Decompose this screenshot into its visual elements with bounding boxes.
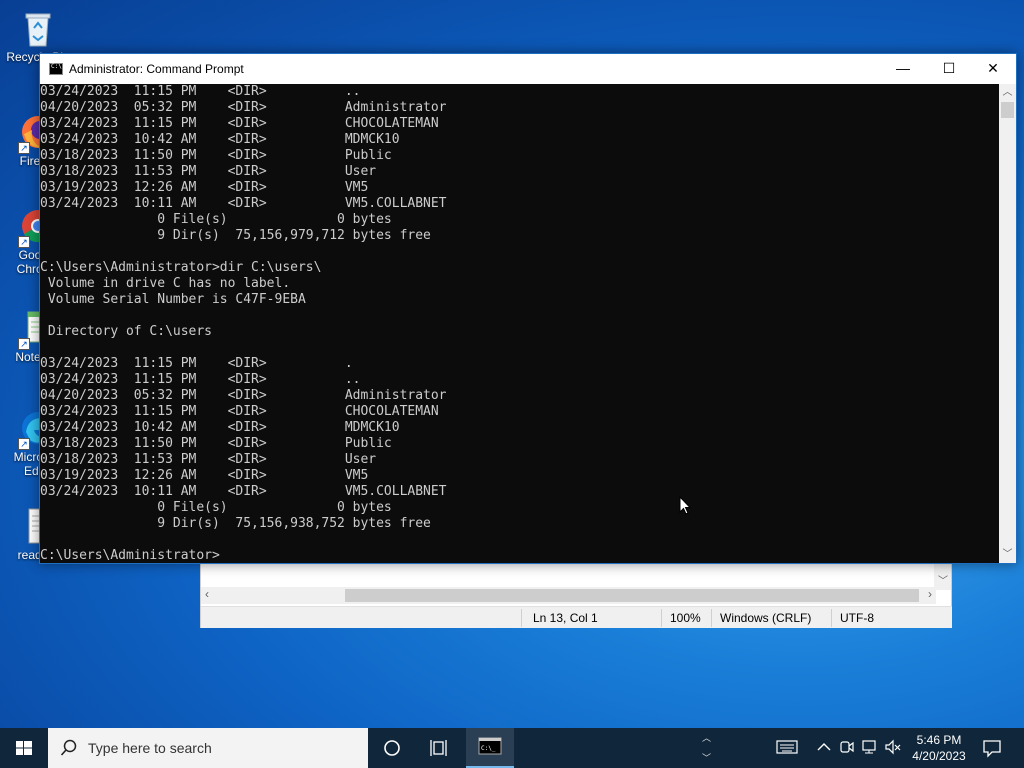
horizontal-scrollbar[interactable]: ‹ › [201,587,936,604]
chevron-up-icon[interactable] [815,738,833,756]
mouse-pointer-icon [679,496,691,515]
console-line: 03/24/2023 11:15 PM <DIR> .. [40,372,361,387]
shortcut-arrow-icon: ↗ [18,142,30,154]
status-divider [521,609,522,627]
console-line: 03/18/2023 11:50 PM <DIR> Public [40,436,392,451]
meet-now-icon[interactable] [838,738,856,756]
console-line: 9 Dir(s) 75,156,938,752 bytes free [40,516,431,531]
status-encoding: UTF-8 [840,611,874,625]
notification-icon[interactable] [980,736,1004,760]
status-divider [661,609,662,627]
cmd-icon [49,63,63,75]
console-line: 9 Dir(s) 75,156,979,712 bytes free [40,228,431,243]
console-line: 03/24/2023 10:11 AM <DIR> VM5.COLLABNET [40,196,447,211]
console-line: Volume in drive C has no label. [40,276,291,291]
clock-date: 4/20/2023 [912,749,966,763]
chevron-down-icon[interactable]: ﹀ [938,572,948,587]
console-line: 03/24/2023 11:15 PM <DIR> . [40,356,353,371]
close-button[interactable]: ✕ [970,54,1016,84]
console-line: Volume Serial Number is C47F-9EBA [40,292,306,307]
console-line: C:\Users\Administrator> [40,548,220,563]
chevron-up-icon[interactable]: ︿ [702,731,711,744]
task-view-icon [430,740,447,756]
scroll-thumb[interactable] [345,589,919,602]
network-icon[interactable] [861,738,879,756]
console-line: 0 File(s) 0 bytes [40,500,392,515]
shortcut-arrow-icon: ↗ [18,438,30,450]
maximize-button[interactable]: ☐ [926,54,972,84]
minimize-button[interactable]: — [880,54,926,84]
notepad-window[interactable]: ﹀ ‹ › Ln 13, Col 1 100% Windows (CRLF) U… [200,560,952,628]
console-line: 03/24/2023 10:42 AM <DIR> MDMCK10 [40,132,400,147]
console-line: 03/24/2023 10:11 AM <DIR> VM5.COLLABNET [40,484,447,499]
recycle-bin-icon [18,8,58,48]
vertical-scrollbar[interactable]: ﹀ [934,560,951,590]
console-line: 03/24/2023 11:15 PM <DIR> CHOCOLATEMAN [40,404,439,419]
clock-time: 5:46 PM [916,733,962,747]
status-divider [711,609,712,627]
command-prompt-window[interactable]: Administrator: Command Prompt — ☐ ✕ 03/2… [39,53,1017,564]
console-line: 03/18/2023 11:50 PM <DIR> Public [40,148,392,163]
title-bar[interactable]: Administrator: Command Prompt — ☐ ✕ [40,54,1016,84]
keyboard-icon[interactable] [776,738,798,756]
cortana-button[interactable] [368,728,416,768]
console-line: 03/24/2023 11:15 PM <DIR> .. [40,84,361,99]
windows-start-icon [16,741,32,755]
console-line: Directory of C:\users [40,324,212,339]
console-line: 03/18/2023 11:53 PM <DIR> User [40,452,377,467]
console-line: 03/19/2023 12:26 AM <DIR> VM5 [40,468,369,483]
console-output[interactable]: 03/24/2023 11:15 PM <DIR> .. 04/20/2023 0… [40,84,999,563]
cortana-icon [384,740,400,756]
chevron-down-icon[interactable]: ﹀ [999,546,1016,563]
console-line: 04/20/2023 05:32 PM <DIR> Administrator [40,388,447,403]
volume-muted-icon[interactable] [884,738,902,756]
taskbar: Type here to search C:\_ ︿ ﹀ 5:46 PM 4/2… [0,728,1024,768]
chevron-up-icon[interactable]: ︿ [999,84,1016,101]
shortcut-arrow-icon: ↗ [18,236,30,248]
start-button[interactable] [0,728,48,768]
system-clock[interactable]: 5:46 PM 4/20/2023 [904,732,974,764]
search-icon [60,739,77,756]
task-view-button[interactable] [416,728,464,768]
search-placeholder: Type here to search [88,740,212,756]
status-line-ending: Windows (CRLF) [720,611,812,625]
console-line: 04/20/2023 05:32 PM <DIR> Administrator [40,100,447,115]
console-line: 03/24/2023 10:42 AM <DIR> MDMCK10 [40,420,400,435]
status-zoom: 100% [670,611,701,625]
console-line: 03/18/2023 11:53 PM <DIR> User [40,164,377,179]
taskbar-scroll[interactable]: ︿ ﹀ [699,728,715,768]
search-box[interactable]: Type here to search [48,728,368,768]
scroll-thumb[interactable] [1001,102,1014,118]
window-title: Administrator: Command Prompt [69,62,244,76]
vertical-scrollbar[interactable]: ︿ ﹀ [999,84,1016,563]
console-line: 03/19/2023 12:26 AM <DIR> VM5 [40,180,369,195]
console-line: C:\Users\Administrator>dir C:\users\ [40,260,322,275]
svg-text:C:\_: C:\_ [481,745,496,752]
scroll-right-icon[interactable]: › [928,587,932,601]
cmd-icon: C:\_ [478,737,502,755]
taskbar-app-command-prompt[interactable]: C:\_ [466,728,514,768]
scroll-left-icon[interactable]: ‹ [205,587,209,601]
console-line: 0 File(s) 0 bytes [40,212,392,227]
status-position: Ln 13, Col 1 [533,611,598,625]
console-line: 03/24/2023 11:15 PM <DIR> CHOCOLATEMAN [40,116,439,131]
chevron-down-icon[interactable]: ﹀ [702,751,711,764]
status-bar: Ln 13, Col 1 100% Windows (CRLF) UTF-8 [201,606,952,628]
status-divider [831,609,832,627]
shortcut-arrow-icon: ↗ [18,338,30,350]
